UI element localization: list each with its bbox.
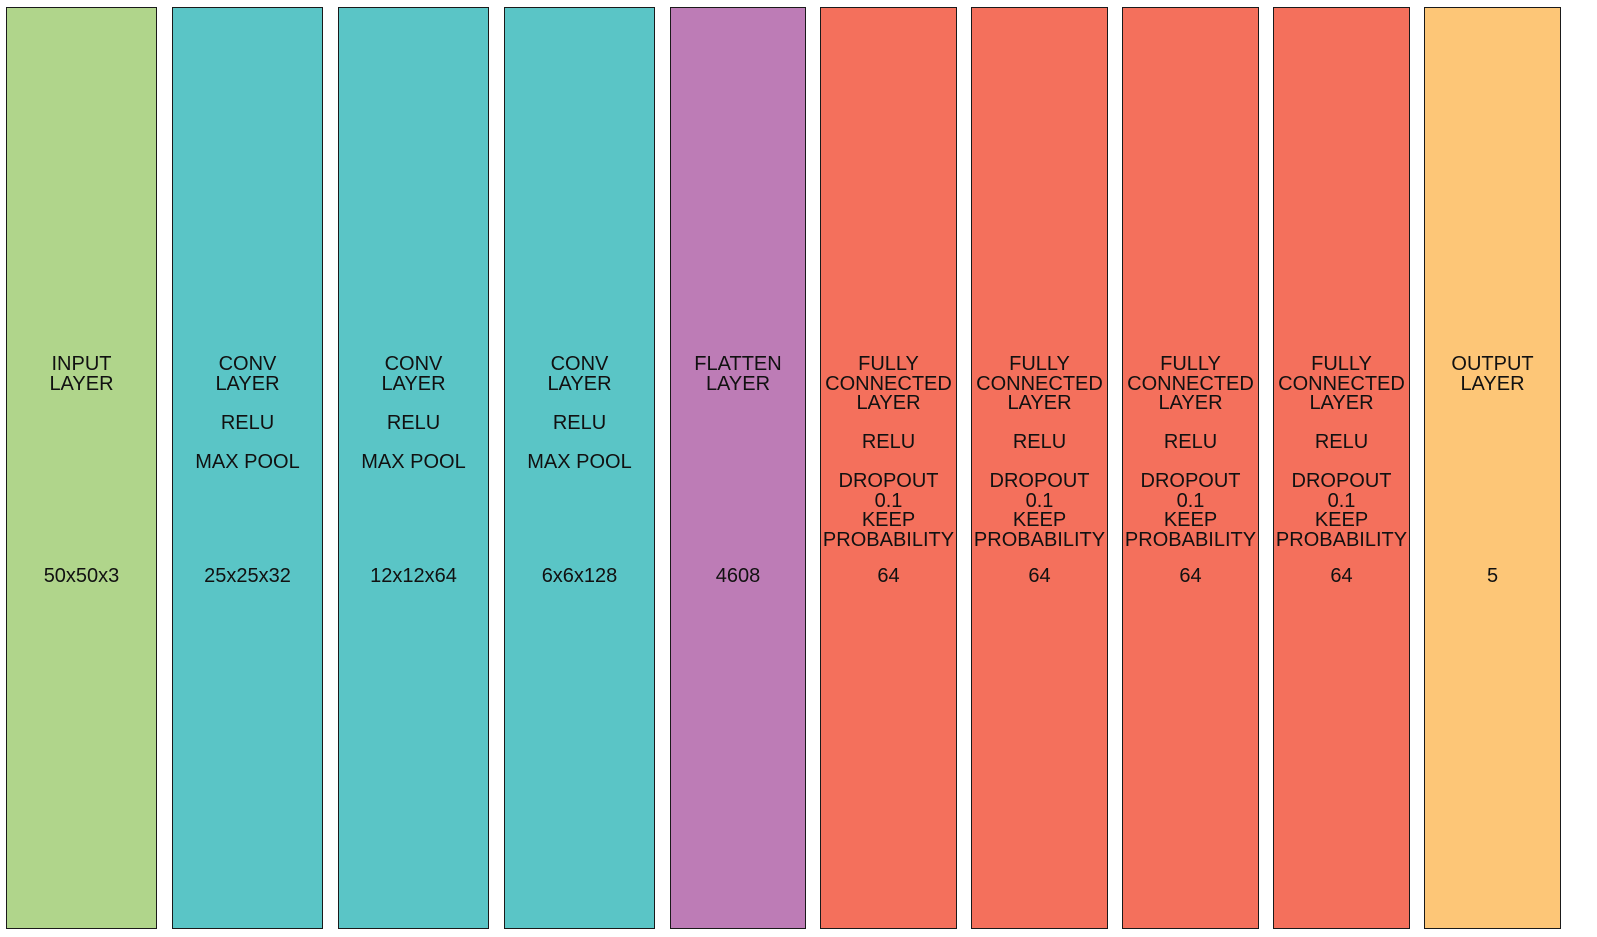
layer-block-fc: FULLY CONNECTED LAYER RELU DROPOUT 0.1 KEEP PRO… — [1122, 7, 1259, 929]
layer-label-line: LAYER — [215, 372, 280, 395]
layer-label-line: RELU — [1012, 431, 1067, 453]
layer-description: OUTPUT LAYER — [1425, 353, 1560, 395]
layer-description: FULLY CONNECTED LAYER RELU DROPOUT 0.1 KEEP PRO… — [1274, 353, 1409, 551]
layer-label-line: KEEP — [861, 509, 916, 531]
layer-label-line: FLATTEN — [694, 353, 782, 375]
network-architecture-diagram: INPUT LAYER 50x50x3 CONV LAYER RELU MAX POOL 25… — [0, 0, 1597, 937]
layer-label-line: MAX POOL — [527, 450, 632, 473]
layer-label-line: RELU — [1163, 431, 1218, 453]
layer-label-line: RELU — [861, 431, 916, 453]
layer-size-label: 64 — [1330, 565, 1353, 587]
layer-size-label: 64 — [877, 565, 900, 587]
layer-label-line: LAYER — [49, 372, 114, 395]
layer-label-line: RELU — [552, 411, 607, 434]
layer-label-line: OUTPUT — [1451, 353, 1534, 375]
layer-label-line: INPUT — [51, 353, 112, 375]
layer-label-line: LAYER — [856, 392, 921, 414]
layer-label-line: LAYER — [1460, 372, 1525, 395]
layer-description: INPUT LAYER — [7, 353, 156, 395]
layer-block-conv: CONV LAYER RELU MAX POOL 6x6x128 — [504, 7, 655, 929]
layer-label-line: KEEP — [1012, 509, 1067, 531]
layer-size-label: 6x6x128 — [541, 565, 618, 587]
layer-label-line: PROBABILITY — [1124, 528, 1257, 551]
layer-label-line: FULLY — [1160, 353, 1221, 375]
layer-size-label: 25x25x32 — [204, 565, 291, 587]
layer-block-fc: FULLY CONNECTED LAYER RELU DROPOUT 0.1 KEEP PRO… — [820, 7, 957, 929]
layer-label-line: DROPOUT — [1140, 470, 1241, 492]
layer-label-line: LAYER — [381, 372, 446, 395]
layer-block-conv: CONV LAYER RELU MAX POOL 12x12x64 — [338, 7, 489, 929]
layer-size-label: 12x12x64 — [370, 565, 457, 587]
layer-description: FULLY CONNECTED LAYER RELU DROPOUT 0.1 KEEP PRO… — [821, 353, 956, 551]
layer-label-line: DROPOUT — [989, 470, 1090, 492]
layer-block-conv: CONV LAYER RELU MAX POOL 25x25x32 — [172, 7, 323, 929]
layer-block-input: INPUT LAYER 50x50x3 — [6, 7, 157, 929]
layer-size-label: 64 — [1179, 565, 1202, 587]
layer-block-output: OUTPUT LAYER 5 — [1424, 7, 1561, 929]
layer-size-label: 5 — [1486, 565, 1499, 587]
layer-label-line: PROBABILITY — [822, 528, 955, 551]
layer-label-line: LAYER — [1158, 392, 1223, 414]
layer-description: FULLY CONNECTED LAYER RELU DROPOUT 0.1 KEEP PRO… — [1123, 353, 1258, 551]
layer-block-fc: FULLY CONNECTED LAYER RELU DROPOUT 0.1 KEEP PRO… — [971, 7, 1108, 929]
layer-size-label: 50x50x3 — [43, 565, 120, 587]
layer-description: CONV LAYER RELU MAX POOL — [505, 353, 654, 473]
layer-label-line: FULLY — [858, 353, 919, 375]
layer-description: CONV LAYER RELU MAX POOL — [173, 353, 322, 473]
layer-label-line: KEEP — [1163, 509, 1218, 531]
layer-size-label: 64 — [1028, 565, 1051, 587]
layer-label-line: CONV — [384, 353, 443, 375]
layer-label-line: RELU — [386, 411, 441, 434]
layer-size-label: 4608 — [715, 565, 761, 587]
layer-label-line: RELU — [1314, 431, 1369, 453]
layer-label-line: LAYER — [547, 372, 612, 395]
layer-label-line: MAX POOL — [195, 450, 300, 473]
layer-block-fc: FULLY CONNECTED LAYER RELU DROPOUT 0.1 KEEP PRO… — [1273, 7, 1410, 929]
layer-label-line: CONV — [218, 353, 277, 375]
layer-label-line: MAX POOL — [361, 450, 466, 473]
layer-label-line: PROBABILITY — [973, 528, 1106, 551]
layer-label-line: PROBABILITY — [1275, 528, 1408, 551]
layer-label-line: FULLY — [1311, 353, 1372, 375]
layer-label-line: FULLY — [1009, 353, 1070, 375]
layer-description: FLATTEN LAYER — [671, 353, 805, 395]
layer-label-line: LAYER — [705, 372, 771, 395]
layer-label-line: CONV — [550, 353, 609, 375]
layer-label-line: RELU — [220, 411, 275, 434]
layer-label-line: DROPOUT — [1291, 470, 1392, 492]
layer-label-line: KEEP — [1314, 509, 1369, 531]
layer-label-line: LAYER — [1007, 392, 1072, 414]
layer-description: CONV LAYER RELU MAX POOL — [339, 353, 488, 473]
layer-label-line: LAYER — [1309, 392, 1374, 414]
layer-description: FULLY CONNECTED LAYER RELU DROPOUT 0.1 KEEP PRO… — [972, 353, 1107, 551]
layer-label-line: DROPOUT — [838, 470, 939, 492]
layer-block-flatten: FLATTEN LAYER 4608 — [670, 7, 806, 929]
